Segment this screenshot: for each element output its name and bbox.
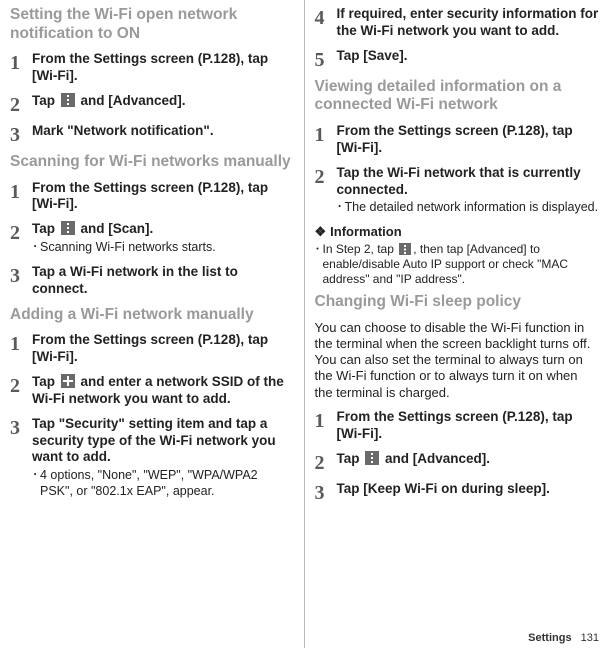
step: 4 If required, enter security informatio… xyxy=(315,6,600,40)
step-number: 2 xyxy=(315,165,337,216)
step-number: 2 xyxy=(10,93,32,115)
step-label: Tap and enter a network SSID of the Wi-F… xyxy=(32,374,294,408)
overflow-menu-icon xyxy=(399,243,411,255)
section-title: Viewing detailed information on a connec… xyxy=(315,78,600,115)
step-number: 2 xyxy=(315,451,337,473)
step-number: 2 xyxy=(10,221,32,256)
page-footer: Settings 131 xyxy=(528,632,599,644)
step-text-post: and [Advanced]. xyxy=(381,451,490,466)
step-number: 1 xyxy=(10,332,32,366)
step: 3 Mark "Network notification". xyxy=(10,123,294,145)
step-label: Tap [Keep Wi-Fi on during sleep]. xyxy=(337,481,600,498)
bullet-icon: ･ xyxy=(32,468,40,499)
step-number: 3 xyxy=(10,416,32,500)
step: 2 Tap and [Advanced]. xyxy=(315,451,600,473)
section-title: Setting the Wi-Fi open network notificat… xyxy=(10,6,294,43)
step-label: Tap and [Advanced]. xyxy=(337,451,600,468)
step-label: Mark "Network notification". xyxy=(32,123,294,140)
step-number: 4 xyxy=(315,6,337,40)
step: 2 Tap and enter a network SSID of the Wi… xyxy=(10,374,294,408)
step-sub-text: 4 options, "None", "WEP", "WPA/WPA2 PSK"… xyxy=(40,468,294,499)
step-label: Tap a Wi-Fi network in the list to conne… xyxy=(32,264,294,298)
bullet-icon: ･ xyxy=(32,240,40,256)
right-column: 4 If required, enter security informatio… xyxy=(305,0,609,648)
bullet-icon: ･ xyxy=(337,200,345,216)
step-label: From the Settings screen (P.128), tap [W… xyxy=(337,123,600,157)
step-number: 3 xyxy=(315,481,337,503)
step-sub-text: The detailed network information is disp… xyxy=(345,200,599,216)
step: 5 Tap [Save]. xyxy=(315,48,600,70)
step-sub-text: Scanning Wi-Fi networks starts. xyxy=(40,240,216,256)
overflow-menu-icon xyxy=(61,221,75,235)
step-sub: ･ 4 options, "None", "WEP", "WPA/WPA2 PS… xyxy=(32,468,294,499)
step-label: Tap the Wi-Fi network that is currently … xyxy=(337,165,600,199)
step-sub: ･ Scanning Wi-Fi networks starts. xyxy=(32,240,294,256)
step-label: From the Settings screen (P.128), tap [W… xyxy=(337,409,600,443)
footer-page-number: 131 xyxy=(581,632,599,644)
info-text-pre: In Step 2, tap xyxy=(323,242,398,256)
footer-section-label: Settings xyxy=(528,632,571,644)
information-item: ･ In Step 2, tap , then tap [Advanced] t… xyxy=(315,242,600,287)
step-number: 2 xyxy=(10,374,32,408)
step-number: 1 xyxy=(315,409,337,443)
step: 2 Tap and [Advanced]. xyxy=(10,93,294,115)
step-text-pre: Tap xyxy=(32,93,59,108)
step-text-pre: Tap xyxy=(32,221,59,236)
step-text-pre: Tap xyxy=(337,451,364,466)
step-sub: ･ The detailed network information is di… xyxy=(337,200,600,216)
section-title: Adding a Wi-Fi network manually xyxy=(10,306,294,325)
step-number: 5 xyxy=(315,48,337,70)
section-title: Changing Wi-Fi sleep policy xyxy=(315,293,600,312)
step: 3 Tap a Wi-Fi network in the list to con… xyxy=(10,264,294,298)
bullet-icon: ･ xyxy=(315,242,323,287)
step: 1 From the Settings screen (P.128), tap … xyxy=(10,51,294,85)
left-column: Setting the Wi-Fi open network notificat… xyxy=(0,0,305,648)
step: 2 Tap the Wi-Fi network that is currentl… xyxy=(315,165,600,216)
section-intro: You can choose to disable the Wi-Fi func… xyxy=(315,320,600,401)
information-heading: Information xyxy=(315,224,600,240)
overflow-menu-icon xyxy=(61,93,75,107)
step-label: Tap and [Advanced]. xyxy=(32,93,294,110)
overflow-menu-icon xyxy=(365,451,379,465)
step-label: From the Settings screen (P.128), tap [W… xyxy=(32,180,294,214)
step-number: 1 xyxy=(10,180,32,214)
step-label: Tap and [Scan]. xyxy=(32,221,294,238)
step-number: 3 xyxy=(10,264,32,298)
step: 1 From the Settings screen (P.128), tap … xyxy=(315,409,600,443)
plus-icon xyxy=(61,374,75,388)
step: 1 From the Settings screen (P.128), tap … xyxy=(10,180,294,214)
step-label: From the Settings screen (P.128), tap [W… xyxy=(32,332,294,366)
step: 1 From the Settings screen (P.128), tap … xyxy=(10,332,294,366)
step-number: 3 xyxy=(10,123,32,145)
step: 3 Tap "Security" setting item and tap a … xyxy=(10,416,294,500)
step-label: If required, enter security information … xyxy=(337,6,600,40)
step-text-post: and [Scan]. xyxy=(77,221,154,236)
step: 3 Tap [Keep Wi-Fi on during sleep]. xyxy=(315,481,600,503)
page: Setting the Wi-Fi open network notificat… xyxy=(0,0,609,648)
step: 1 From the Settings screen (P.128), tap … xyxy=(315,123,600,157)
step-number: 1 xyxy=(315,123,337,157)
step-number: 1 xyxy=(10,51,32,85)
step-label: Tap "Security" setting item and tap a se… xyxy=(32,416,294,467)
step-text-pre: Tap xyxy=(32,374,59,389)
step-label: From the Settings screen (P.128), tap [W… xyxy=(32,51,294,85)
section-title: Scanning for Wi-Fi networks manually xyxy=(10,153,294,172)
step-text-post: and [Advanced]. xyxy=(77,93,186,108)
step: 2 Tap and [Scan]. ･ Scanning Wi-Fi netwo… xyxy=(10,221,294,256)
step-label: Tap [Save]. xyxy=(337,48,600,65)
